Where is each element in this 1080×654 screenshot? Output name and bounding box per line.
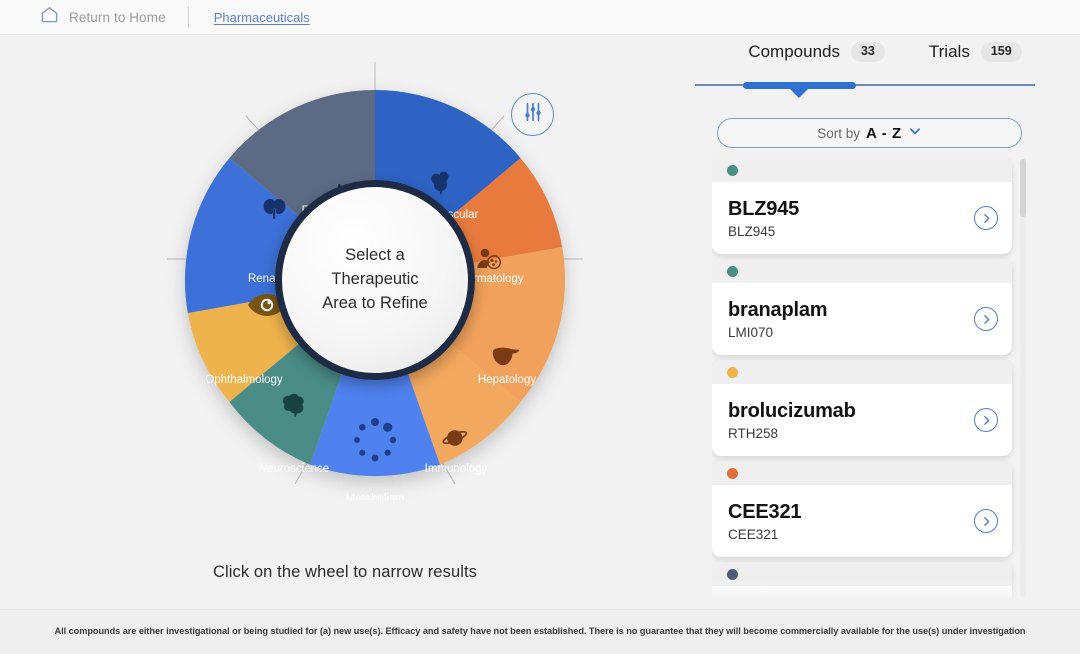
sort-by-dropdown[interactable]: Sort by A - Z: [717, 118, 1022, 148]
home-icon: [40, 5, 59, 29]
topbar-divider: [187, 6, 189, 28]
tab-indicator-active: [743, 81, 856, 89]
return-to-home-label: Return to Home: [69, 9, 166, 25]
list-item-strip: [712, 562, 1012, 586]
tab-trials-label: Trials: [928, 42, 970, 61]
compound-code: BLZ945: [728, 223, 776, 239]
list-item[interactable]: CMK389: [712, 562, 1012, 598]
status-dot: [727, 265, 738, 277]
tab-trials[interactable]: Trials 159: [929, 42, 1022, 62]
wheel-hint-text: Click on the wheel to narrow results: [212, 563, 478, 581]
results-tabs: Compounds 33 Trials 159: [690, 42, 1080, 62]
main-stage: Cardiovascular Dermatology Hepatology Im…: [0, 35, 1080, 609]
list-item-body: CMK389: [712, 586, 1012, 598]
therapeutic-area-wheel-panel: Cardiovascular Dermatology Hepatology Im…: [0, 35, 690, 609]
compound-code: RTH258: [728, 425, 779, 441]
results-panel: Compounds 33 Trials 159 Sort by A - Z BL…: [690, 35, 1080, 609]
status-dot: [727, 467, 738, 479]
chevron-down-icon: [908, 124, 922, 143]
return-to-home-link[interactable]: Return to Home: [40, 5, 166, 29]
sort-by-prefix: Sort by: [817, 125, 860, 141]
list-item[interactable]: CEE321 CEE321: [712, 461, 1012, 557]
sliders-filter-icon: [522, 101, 544, 128]
status-dot: [727, 366, 738, 378]
list-item-body: CEE321 CEE321: [712, 485, 1012, 557]
list-item-body: branaplam LMI070: [712, 283, 1012, 355]
list-item-body: BLZ945 BLZ945: [712, 182, 1012, 254]
tab-compounds-label: Compounds: [748, 42, 840, 61]
list-item[interactable]: BLZ945 BLZ945: [712, 158, 1012, 254]
breadcrumb-pharmaceuticals[interactable]: Pharmaceuticals: [214, 10, 310, 25]
list-item-strip: [712, 360, 1012, 384]
list-item-strip: [712, 158, 1012, 182]
chevron-right-circle-icon[interactable]: [974, 509, 998, 533]
list-item-strip: [712, 259, 1012, 283]
tab-indicator-rail: [695, 81, 1035, 98]
tab-indicator-caret: [790, 88, 808, 98]
compound-name: CEE321: [728, 500, 802, 523]
compound-name: brolucizumab: [728, 399, 856, 422]
footer-disclaimer-text: All compounds are either investigational…: [54, 626, 1026, 637]
wheel-center-text: Select a Therapeutic Area to Refine: [322, 246, 428, 312]
top-navigation-bar: Return to Home Pharmaceuticals: [0, 0, 1080, 35]
chevron-right-circle-icon[interactable]: [974, 307, 998, 331]
compound-list[interactable]: BLZ945 BLZ945 branaplam LMI070 brolucizu…: [712, 158, 1024, 598]
tab-compounds-count: 33: [850, 42, 885, 62]
filter-settings-button[interactable]: [511, 93, 554, 136]
compound-code: CEE321: [728, 526, 779, 542]
list-item[interactable]: brolucizumab RTH258: [712, 360, 1012, 456]
compound-name: BLZ945: [728, 197, 800, 220]
wheel-label-metabolism: Metabolism: [346, 493, 405, 500]
list-item[interactable]: branaplam LMI070: [712, 259, 1012, 355]
list-scrollbar-thumb[interactable]: [1020, 159, 1026, 217]
list-item-strip: [712, 461, 1012, 485]
compound-code: LMI070: [728, 324, 774, 340]
sort-by-value: A - Z: [866, 124, 902, 142]
list-item-body: brolucizumab RTH258: [712, 384, 1012, 456]
list-scrollbar-track[interactable]: [1020, 159, 1026, 597]
status-dot: [727, 568, 738, 580]
footer-disclaimer-bar: All compounds are either investigational…: [0, 609, 1080, 654]
status-dot: [727, 164, 738, 176]
tab-trials-count: 159: [980, 42, 1022, 62]
tab-compounds[interactable]: Compounds 33: [748, 42, 885, 62]
wheel-center-hub[interactable]: Select a Therapeutic Area to Refine: [275, 180, 475, 380]
compound-name: branaplam: [728, 298, 828, 321]
chevron-right-circle-icon[interactable]: [974, 408, 998, 432]
chevron-right-circle-icon[interactable]: [974, 206, 998, 230]
